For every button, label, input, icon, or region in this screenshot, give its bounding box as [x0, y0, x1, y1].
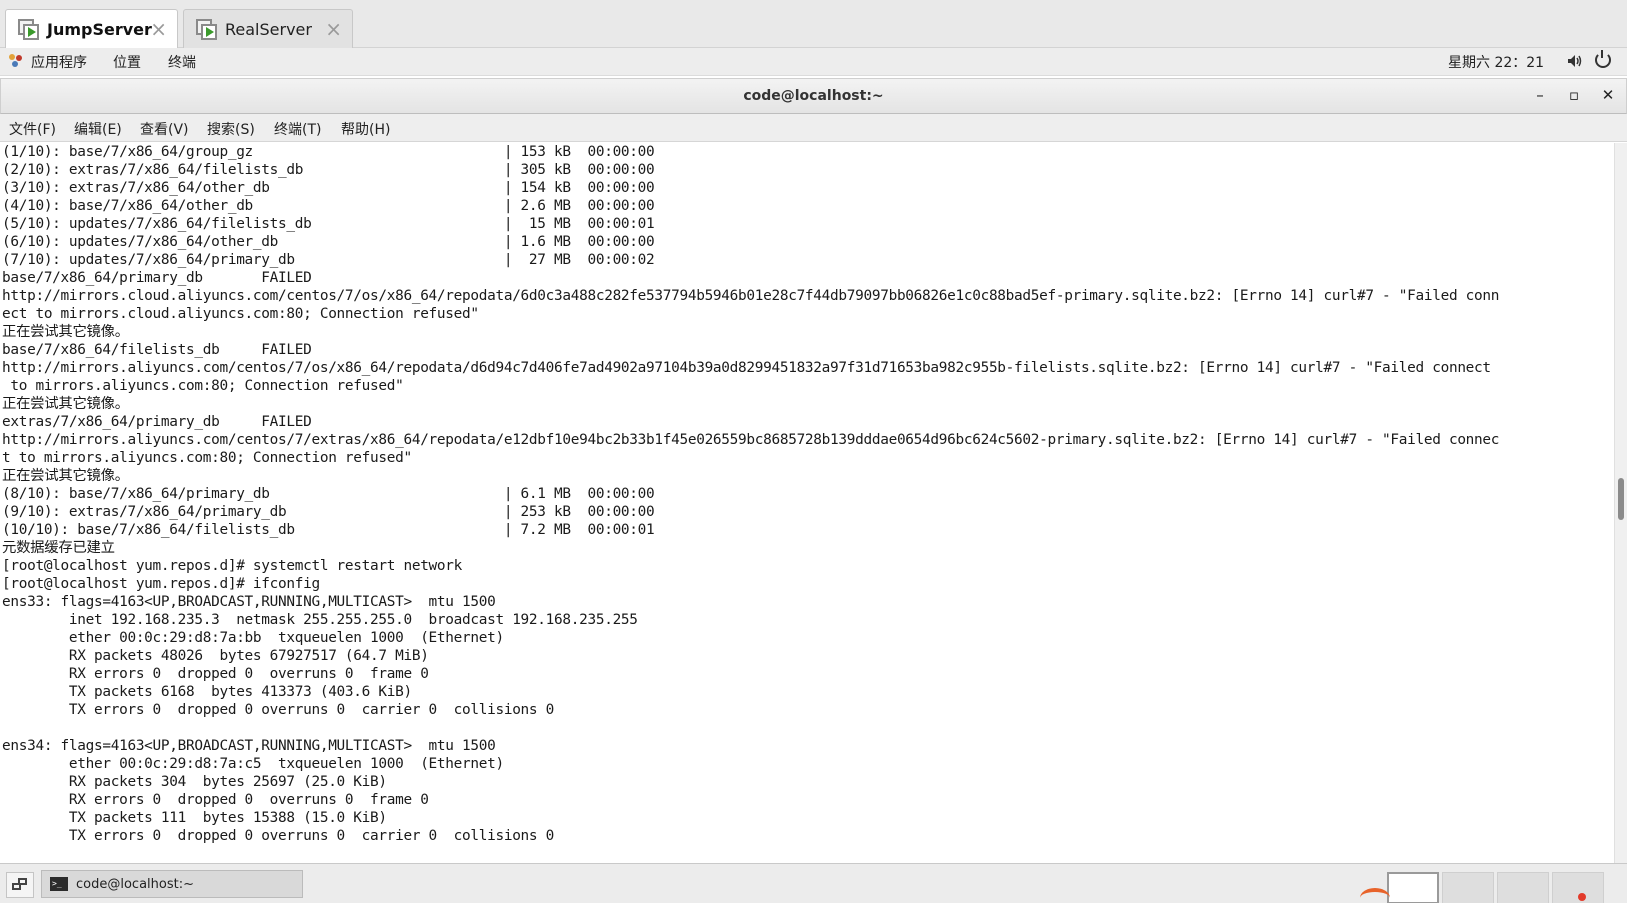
vm-running-icon: [18, 18, 40, 41]
workspace-1[interactable]: [1387, 872, 1439, 903]
window-titlebar[interactable]: code@localhost:~ – ▫ ✕: [0, 78, 1627, 114]
apps-icon: [9, 54, 23, 68]
terminal-line: RX packets 48026 bytes 67927517 (64.7 Mi…: [2, 648, 429, 664]
gnome-top-bar: 应用程序 位置 终端 星期六 22：21: [0, 48, 1627, 76]
places-menu[interactable]: 位置: [113, 52, 141, 72]
terminal-line: 正在尝试其它镜像。: [2, 324, 129, 340]
menu-view[interactable]: 查看(V): [140, 119, 189, 139]
terminal-line: (8/10): base/7/x86_64/primary_db | 6.1 M…: [2, 486, 655, 502]
terminal-line: (7/10): updates/7/x86_64/primary_db | 27…: [2, 252, 655, 268]
menu-file[interactable]: 文件(F): [9, 119, 56, 139]
minimize-button[interactable]: –: [1529, 84, 1551, 106]
vm-running-icon: [196, 18, 218, 41]
terminal-lines: (1/10): base/7/x86_64/group_gz | 153 kB …: [2, 143, 1612, 845]
terminal-line: extras/7/x86_64/primary_db FAILED: [2, 414, 312, 430]
close-icon[interactable]: ×: [325, 19, 342, 39]
applications-menu[interactable]: 应用程序: [31, 52, 87, 72]
vm-tab-label: JumpServer: [47, 20, 152, 39]
terminal-line: 正在尝试其它镜像。: [2, 396, 129, 412]
terminal-menubar: 文件(F) 编辑(E) 查看(V) 搜索(S) 终端(T) 帮助(H): [0, 114, 1627, 142]
terminal-line: base/7/x86_64/filelists_db FAILED: [2, 342, 312, 358]
terminal-scrollbar[interactable]: [1614, 143, 1627, 863]
terminal-line: TX packets 111 bytes 15388 (15.0 KiB): [2, 810, 387, 826]
terminal-line: (4/10): base/7/x86_64/other_db | 2.6 MB …: [2, 198, 655, 214]
workspace-2[interactable]: [1442, 872, 1494, 903]
terminal-icon: >_: [50, 877, 68, 891]
terminal-line: (5/10): updates/7/x86_64/filelists_db | …: [2, 216, 655, 232]
maximize-button[interactable]: ▫: [1563, 84, 1585, 106]
power-icon[interactable]: [1595, 50, 1611, 68]
terminal-line: TX errors 0 dropped 0 overruns 0 carrier…: [2, 828, 555, 844]
menu-edit[interactable]: 编辑(E): [74, 119, 122, 139]
menu-help[interactable]: 帮助(H): [341, 119, 390, 139]
vm-tab-realserver[interactable]: RealServer ×: [183, 9, 353, 49]
terminal-line: 元数据缓存已建立: [2, 540, 115, 556]
terminal-line: (3/10): extras/7/x86_64/other_db | 154 k…: [2, 180, 655, 196]
scrollbar-thumb[interactable]: [1618, 478, 1624, 520]
menu-search[interactable]: 搜索(S): [207, 119, 255, 139]
terminal-line: (10/10): base/7/x86_64/filelists_db | 7.…: [2, 522, 655, 538]
decorative-mark: [1360, 888, 1390, 903]
terminal-line: [root@localhost yum.repos.d]# systemctl …: [2, 558, 463, 574]
menu-terminal[interactable]: 终端(T): [274, 119, 321, 139]
terminal-line: (2/10): extras/7/x86_64/filelists_db | 3…: [2, 162, 655, 178]
taskbar-window-label: code@localhost:~: [76, 876, 194, 892]
terminal-line: ens33: flags=4163<UP,BROADCAST,RUNNING,M…: [2, 594, 496, 610]
terminal-line: (1/10): base/7/x86_64/group_gz | 153 kB …: [2, 144, 655, 160]
clock[interactable]: 星期六 22：21: [1448, 52, 1544, 72]
vm-tab-jumpserver[interactable]: JumpServer ×: [5, 9, 178, 49]
vm-tab-strip: JumpServer × RealServer ×: [0, 0, 1627, 49]
terminal-line: ect to mirrors.cloud.aliyuncs.com:80; Co…: [2, 306, 479, 322]
terminal-line: ens34: flags=4163<UP,BROADCAST,RUNNING,M…: [2, 738, 496, 754]
terminal-line: RX packets 304 bytes 25697 (25.0 KiB): [2, 774, 387, 790]
terminal-line: t to mirrors.aliyuncs.com:80; Connection…: [2, 450, 412, 466]
terminal-line: http://mirrors.aliyuncs.com/centos/7/ext…: [2, 432, 1500, 448]
terminal-line: http://mirrors.aliyuncs.com/centos/7/os/…: [2, 360, 1491, 376]
terminal-line: TX errors 0 dropped 0 overruns 0 carrier…: [2, 702, 555, 718]
terminal-line: ether 00:0c:29:d8:7a:c5 txqueuelen 1000 …: [2, 756, 504, 772]
terminal-line: RX errors 0 dropped 0 overruns 0 frame 0: [2, 792, 429, 808]
terminal-line: 正在尝试其它镜像。: [2, 468, 129, 484]
terminal-line: (9/10): extras/7/x86_64/primary_db | 253…: [2, 504, 655, 520]
close-icon[interactable]: ×: [150, 19, 167, 39]
terminal-line: RX errors 0 dropped 0 overruns 0 frame 0: [2, 666, 429, 682]
terminal-line: TX packets 6168 bytes 413373 (403.6 KiB): [2, 684, 412, 700]
terminal-line: inet 192.168.235.3 netmask 255.255.255.0…: [2, 612, 638, 628]
terminal-output[interactable]: (1/10): base/7/x86_64/group_gz | 153 kB …: [0, 143, 1614, 863]
terminal-line: to mirrors.aliyuncs.com:80; Connection r…: [2, 378, 404, 394]
workspace-3[interactable]: [1497, 872, 1549, 903]
terminal-line: [root@localhost yum.repos.d]# ifconfig: [2, 576, 320, 592]
terminal-app-menu[interactable]: 终端: [168, 52, 196, 72]
terminal-line: http://mirrors.cloud.aliyuncs.com/centos…: [2, 288, 1500, 304]
terminal-line: base/7/x86_64/primary_db FAILED: [2, 270, 312, 286]
terminal-line: ether 00:0c:29:d8:7a:bb txqueuelen 1000 …: [2, 630, 504, 646]
taskbar-window-button[interactable]: >_ code@localhost:~: [41, 870, 303, 898]
close-button[interactable]: ✕: [1597, 84, 1619, 106]
notification-dot: [1578, 893, 1586, 901]
vm-tab-label: RealServer: [225, 20, 312, 39]
volume-icon[interactable]: [1567, 54, 1583, 68]
show-desktop-icon[interactable]: [6, 872, 34, 898]
window-title: code@localhost:~: [743, 88, 884, 104]
terminal-line: (6/10): updates/7/x86_64/other_db | 1.6 …: [2, 234, 655, 250]
